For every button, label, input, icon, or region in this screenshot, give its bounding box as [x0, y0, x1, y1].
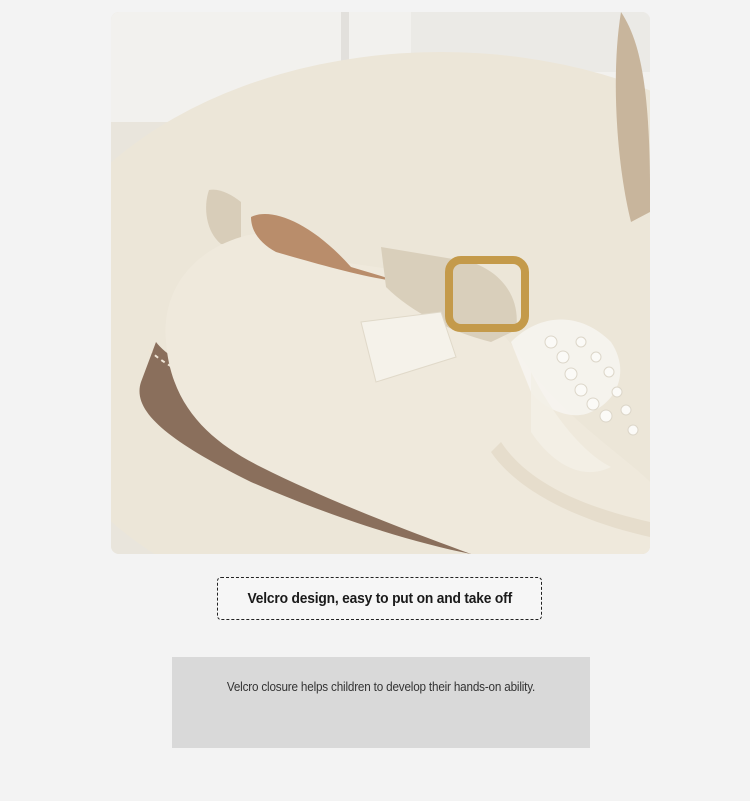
- caption-title: Velcro design, easy to put on and take o…: [247, 590, 512, 607]
- product-photo: [111, 12, 650, 554]
- caption-box: Velcro design, easy to put on and take o…: [217, 577, 542, 620]
- description-box: Velcro closure helps children to develop…: [172, 657, 590, 748]
- description-text: Velcro closure helps children to develop…: [226, 679, 536, 694]
- shoe-illustration: [111, 12, 650, 554]
